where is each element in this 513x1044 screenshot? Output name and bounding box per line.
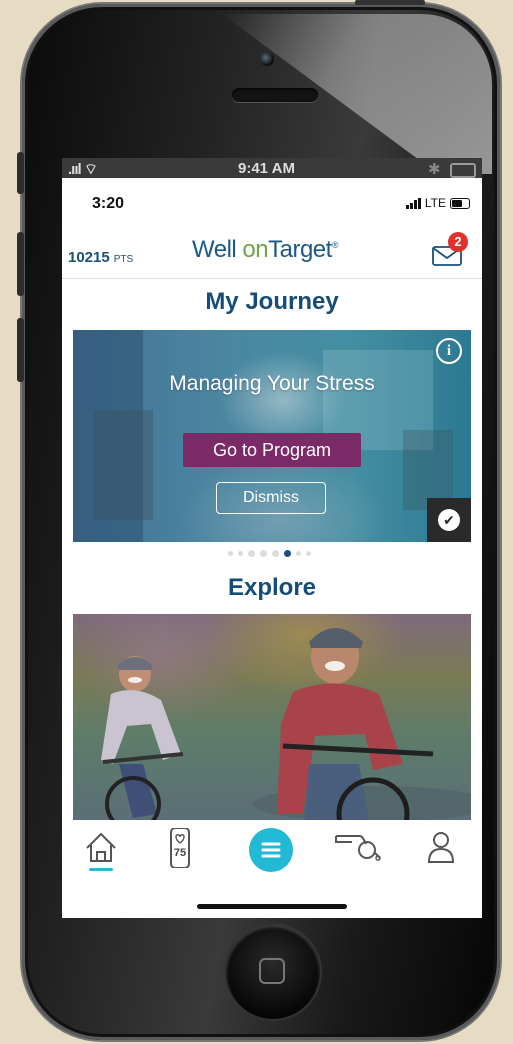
activity-tracker-icon[interactable]: 75 (162, 828, 198, 868)
power-button (355, 0, 425, 5)
network-type: LTE (424, 196, 446, 210)
home-button[interactable] (226, 925, 320, 1019)
carousel-dot[interactable] (238, 551, 243, 556)
coach-whistle-icon[interactable] (334, 828, 382, 868)
explore-title: Explore (227, 574, 317, 601)
menu-button[interactable] (249, 828, 293, 872)
tracker-value: 75 (173, 847, 187, 859)
carousel-dot[interactable] (272, 550, 279, 557)
cyclists-illustration (101, 628, 471, 820)
menu-icon (261, 842, 281, 858)
carousel-indicator (228, 550, 311, 557)
app-logo: Well onTarget® (192, 236, 338, 263)
status-time: 3:20 (92, 195, 125, 212)
points-balance[interactable]: 10215 PTS (68, 249, 133, 266)
home-icon[interactable] (84, 828, 118, 868)
home-indicator (197, 904, 347, 909)
program-title: Managing Your Stress (169, 372, 375, 395)
status-bar: 3:20 LTE (62, 178, 482, 218)
carousel-dot[interactable] (296, 551, 301, 556)
explore-image[interactable] (73, 614, 471, 820)
dismiss-button[interactable]: Dismiss (216, 482, 326, 514)
bottom-navigation: 75 (62, 820, 482, 880)
device-time: 9:41 AM (238, 160, 295, 177)
notification-badge: 2 (448, 232, 468, 252)
complete-toggle[interactable]: ✔ (427, 498, 471, 542)
app-screen: 3:20 LTE 10215 PTS Well onTarget® 2 My Jo… (62, 178, 482, 918)
logo-power-mark: on (242, 236, 269, 263)
home-button-square-icon (259, 958, 285, 984)
app-header: 10215 PTS Well onTarget® 2 (62, 222, 482, 279)
go-to-program-button[interactable]: Go to Program (183, 433, 361, 467)
active-tab-indicator (89, 868, 113, 871)
carousel-dot[interactable] (260, 550, 267, 557)
journey-card[interactable]: Managing Your Stress Go to Program Dismi… (73, 330, 471, 542)
front-camera (260, 52, 274, 66)
carousel-dot[interactable] (228, 551, 233, 556)
signal-icon: .ııl ⌔ (68, 161, 98, 178)
battery-icon (450, 197, 470, 209)
points-value: 10215 (68, 249, 110, 266)
info-icon[interactable]: i (436, 338, 462, 364)
carousel-dot[interactable] (284, 550, 291, 557)
profile-icon[interactable] (426, 828, 456, 868)
points-unit: PTS (113, 254, 134, 265)
volume-up-button (17, 232, 24, 296)
cellular-signal-icon (405, 197, 421, 209)
carousel-dot[interactable] (248, 550, 255, 557)
earpiece-speaker (232, 88, 318, 102)
checkmark-icon: ✔ (438, 509, 460, 531)
carousel-dot[interactable] (306, 551, 311, 556)
device-status-bar: .ııl ⌔ 9:41 AM ✱ (62, 158, 482, 180)
battery-icon (450, 163, 476, 178)
my-journey-title: My Journey (205, 288, 339, 315)
bluetooth-icon: ✱ (428, 161, 441, 178)
mute-switch (17, 152, 24, 194)
volume-down-button (17, 318, 24, 382)
